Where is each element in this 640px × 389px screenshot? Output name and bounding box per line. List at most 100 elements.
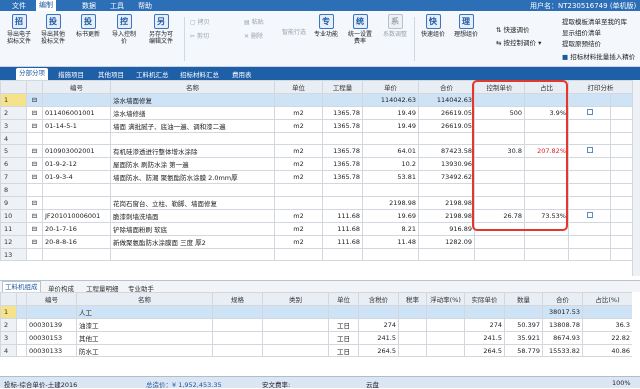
print-analysis-checkbox[interactable] (568, 105, 611, 120)
cell-tp[interactable]: 241.5 (358, 330, 399, 345)
cell-unit[interactable]: m2 (274, 234, 323, 249)
cell-ap[interactable]: 264.5 (464, 343, 505, 358)
col-qty[interactable]: 工程量 (322, 80, 363, 94)
smart-select-button[interactable]: 智能行选 (278, 29, 310, 36)
cell-type[interactable] (262, 304, 329, 319)
table-row[interactable]: 3 00030153 其他工 工日 241.5 241.5 35.921 8674.93 22.… (0, 330, 632, 345)
batch-insert-button[interactable]: ■ 招标材料批量插入精价 (562, 51, 635, 61)
show-price-list-button[interactable]: 显示组价清单 (562, 27, 601, 37)
cell-unit[interactable] (274, 196, 323, 210)
cell-total[interactable]: 114042.63 (418, 92, 475, 107)
col2-unit[interactable]: 单位 (328, 292, 359, 306)
cell-total[interactable]: 916.89 (418, 221, 475, 236)
cell-pct[interactable]: 40.86 (582, 343, 632, 358)
cell-code[interactable]: 00030139 (26, 317, 77, 332)
print-analysis-checkbox[interactable] (568, 131, 611, 146)
tree-toggle-icon[interactable]: ⊟ (26, 144, 43, 159)
cell-total[interactable] (418, 131, 475, 146)
cell-unit[interactable]: 工日 (328, 317, 359, 332)
cell-name[interactable]: 脆漆刺墙洗墙面 (110, 208, 275, 223)
tree-toggle-icon[interactable]: ⊟ (26, 105, 43, 120)
checkbox-icon[interactable] (586, 211, 593, 218)
checkbox-icon[interactable] (586, 147, 593, 154)
cell-type[interactable] (262, 317, 329, 332)
cell-name[interactable] (110, 131, 275, 146)
cell-code[interactable] (42, 92, 111, 107)
cell-price[interactable]: 19.49 (362, 105, 419, 120)
col2-qty[interactable]: 数量 (504, 292, 543, 306)
cell-qty[interactable] (504, 304, 543, 319)
cell-ap[interactable]: 274 (464, 317, 505, 332)
vertical-scrollbar[interactable] (632, 80, 640, 276)
cell-unit[interactable]: m2 (274, 157, 323, 172)
cell-qty[interactable]: 1365.78 (322, 144, 363, 159)
cell-pct[interactable] (524, 234, 569, 249)
print-analysis-checkbox[interactable] (568, 208, 611, 223)
cell-unit[interactable] (274, 183, 323, 198)
tab-fee-table[interactable]: 费用表 (232, 69, 252, 79)
cell-name[interactable]: 人工 (76, 304, 213, 319)
cell-pct[interactable] (524, 247, 569, 262)
tree-toggle-icon[interactable] (26, 131, 43, 146)
control-adjust-button[interactable]: ⇆ 按控制调价 ▾ (496, 37, 541, 47)
tree-toggle-icon[interactable]: ⊟ (26, 170, 43, 185)
col2-actual-price[interactable]: 实际单价 (464, 292, 505, 306)
tree-toggle-icon[interactable] (26, 247, 43, 262)
cell-total[interactable]: 73492.62 (418, 170, 475, 185)
cell-code[interactable]: 010903002001 (42, 144, 111, 159)
print-analysis-checkbox[interactable] (568, 144, 611, 159)
cell-code[interactable] (42, 183, 111, 198)
cell-fl[interactable] (426, 330, 465, 345)
unify-rate-button[interactable]: 统统一设置 费率 (344, 14, 376, 45)
cell-code[interactable] (42, 247, 111, 262)
table-row[interactable]: 1 人工 38017.53 (0, 304, 632, 319)
cell-total[interactable]: 15533.82 (542, 343, 583, 358)
print-analysis-checkbox[interactable] (568, 157, 611, 172)
col2-tax-price[interactable]: 含税价 (358, 292, 399, 306)
cell-price[interactable]: 8.21 (362, 221, 419, 236)
cell-total[interactable]: 87423.58 (418, 144, 475, 159)
cell-name[interactable]: 墙面防水、防潮 聚氨酯防水涂膜 2.0mm厚 (110, 170, 275, 185)
cell-tp[interactable]: 264.5 (358, 343, 399, 358)
cell-price[interactable] (362, 247, 419, 262)
print-analysis-checkbox[interactable] (568, 221, 611, 236)
tab-items[interactable]: 分部分项 (16, 68, 48, 80)
print-analysis-checkbox[interactable] (568, 118, 611, 133)
cell-fl[interactable] (426, 317, 465, 332)
extract-original-button[interactable]: 提取原预结价 (562, 38, 601, 48)
tree-toggle-icon[interactable] (26, 183, 43, 198)
cell-unit[interactable]: m2 (274, 144, 323, 159)
cell-code[interactable]: 00030153 (26, 330, 77, 345)
tab-material-summary[interactable]: 招标材料汇总 (180, 69, 219, 79)
cell-qty[interactable] (322, 92, 363, 107)
cell-code[interactable] (26, 304, 77, 319)
cell-qty[interactable]: 1365.78 (322, 118, 363, 133)
tab-other[interactable]: 其他项目 (98, 69, 124, 79)
export-bid-file-button[interactable]: 招导出电子 招标文件 (3, 14, 35, 45)
cell-price[interactable] (362, 131, 419, 146)
cell-code[interactable]: 011406001001 (42, 105, 111, 120)
tree-toggle-icon[interactable]: ⊟ (26, 234, 43, 249)
ideal-price-button[interactable]: 理理想组价 (451, 14, 481, 38)
table-row[interactable]: 2 00030139 油漆工 工日 274 274 50.397 13808.78 36.3 (0, 317, 632, 332)
export-other-file-button[interactable]: 投导出其他 投标文件 (37, 14, 69, 45)
cut-button[interactable]: ✂ 剪切 (190, 33, 209, 40)
print-analysis-checkbox[interactable] (568, 234, 611, 249)
col-name[interactable]: 名称 (110, 80, 275, 94)
cell-qty[interactable]: 35.921 (504, 330, 543, 345)
cell-code[interactable]: 20-1-7-16 (42, 221, 111, 236)
cell-spec[interactable] (212, 304, 263, 319)
cell-name[interactable]: 新做聚氨酯防水涂膜面 三度 厚2 (110, 234, 275, 249)
cell-qty[interactable] (322, 131, 363, 146)
cell-name[interactable]: 铲除墙面粉刷 软底 (110, 221, 275, 236)
cell-total[interactable]: 2198.98 (418, 196, 475, 210)
cell-price[interactable]: 19.49 (362, 118, 419, 133)
cell-tax[interactable] (398, 317, 427, 332)
col-total[interactable]: 合价 (418, 80, 475, 94)
print-analysis-checkbox[interactable] (568, 196, 611, 210)
cell-total[interactable] (418, 247, 475, 262)
fast-price-button[interactable]: 快快速组价 (418, 14, 448, 38)
tree-toggle-icon[interactable]: ⊟ (26, 221, 43, 236)
delete-button[interactable]: ✕ 删除 (244, 33, 263, 40)
cell-unit[interactable]: m2 (274, 221, 323, 236)
